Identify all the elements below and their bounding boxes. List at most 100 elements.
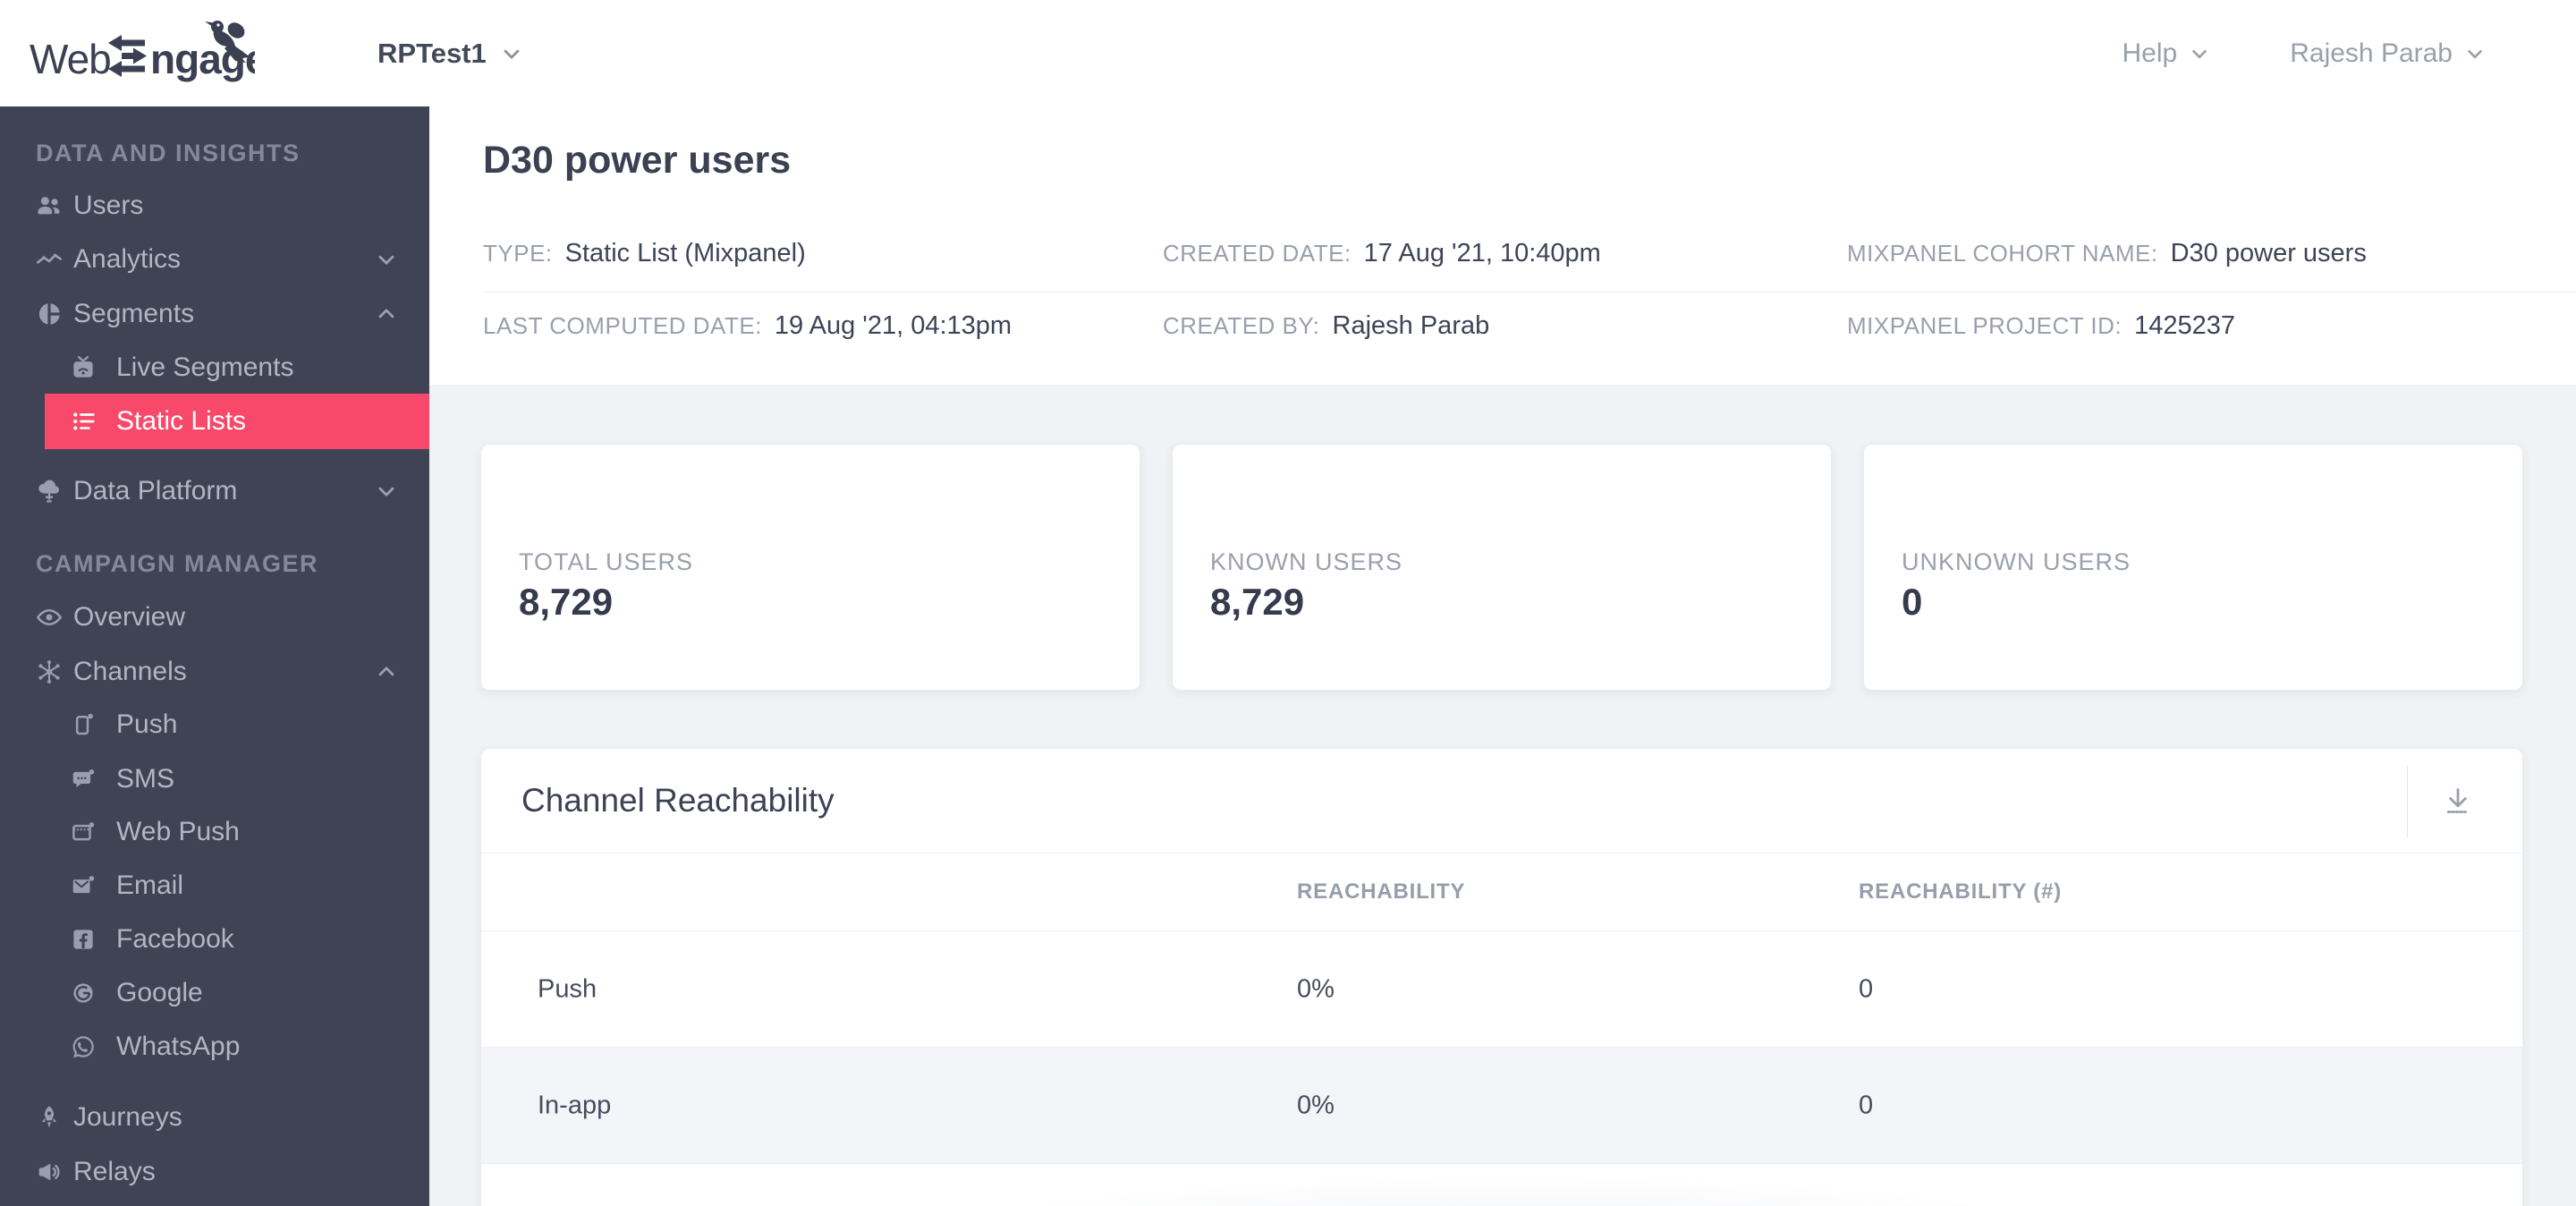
page-title: D30 power users [483, 139, 792, 182]
sidebar-item-channels[interactable]: Channels [0, 645, 429, 699]
users-icon [34, 191, 64, 221]
stat-card-total-users: TOTAL USERS 8,729 [480, 444, 1140, 691]
chevron-down-icon [504, 49, 520, 58]
user-name: Rajesh Parab [2290, 38, 2453, 68]
sidebar-item-analytics[interactable]: Analytics [0, 233, 429, 286]
web-push-icon [68, 817, 98, 847]
meta-value: 17 Aug '21, 10:40pm [1363, 239, 1601, 268]
sidebar-item-live-segments[interactable]: Live Segments [0, 341, 429, 395]
stat-value: 0 [1902, 581, 1923, 623]
sidebar-item-label: Relays [73, 1157, 156, 1186]
whatsapp-icon [68, 1032, 98, 1062]
sidebar-item-label: Web Push [116, 817, 240, 846]
sidebar-item-label: Email [116, 871, 184, 900]
sidebar-item-email[interactable]: Email [0, 859, 429, 913]
stat-label: KNOWN USERS [1210, 548, 1403, 575]
stat-value: 8,729 [519, 581, 614, 623]
sidebar-item-label: Live Segments [116, 352, 294, 382]
facebook-icon [68, 924, 98, 955]
download-icon [2446, 788, 2470, 813]
sidebar-item-sms[interactable]: SMS [0, 752, 429, 806]
sidebar-item-label: WhatsApp [116, 1032, 241, 1061]
sidebar-item-data-platform[interactable]: Data Platform [0, 464, 429, 518]
download-button[interactable] [2429, 774, 2487, 828]
column-header-reachability-count: REACHABILITY (#) [1859, 879, 2063, 904]
meta-created-by: CREATED BY: Rajesh Parab [1163, 311, 1489, 341]
meta-type: TYPE: Static List (Mixpanel) [483, 239, 806, 268]
sidebar-item-users[interactable]: Users [0, 179, 429, 233]
table-row-push: Push 0% 0 [481, 931, 2522, 1048]
webengage-logo[interactable]: Web ngage [30, 16, 268, 96]
channels-hub-icon [34, 657, 64, 687]
topbar-right: Help Rajesh Parab [2123, 0, 2487, 106]
sidebar-item-push[interactable]: Push [0, 698, 429, 752]
header-divider [2407, 766, 2408, 837]
meta-divider [483, 292, 2576, 293]
cell-reachability-count: 0 [1859, 974, 1874, 1003]
meta-row-1: TYPE: Static List (Mixpanel) CREATED DAT… [483, 239, 2576, 275]
meta-label: MIXPANEL PROJECT ID: [1847, 312, 2123, 339]
project-name: RPTest1 [377, 37, 487, 69]
sidebar-item-web-push[interactable]: Web Push [0, 805, 429, 859]
channel-reachability-header: Channel Reachability [481, 749, 2522, 854]
meta-mixpanel-cohort-name: MIXPANEL COHORT NAME: D30 power users [1847, 239, 2367, 268]
cell-reachability: 0% [1297, 1091, 1335, 1119]
chevron-down-icon [374, 479, 399, 504]
section-header-campaign-manager: CAMPAIGN MANAGER [36, 549, 318, 577]
section-header-data-and-insights: DATA AND INSIGHTS [36, 139, 301, 166]
sidebar-item-segments[interactable]: Segments [0, 287, 429, 341]
sidebar-item-label: Data Platform [73, 476, 238, 505]
sidebar-item-label: Facebook [116, 924, 234, 954]
segments-icon [34, 299, 64, 329]
bottom-fade [750, 1156, 2270, 1206]
content-area: TOTAL USERS 8,729 KNOWN USERS 8,729 UNKN… [429, 385, 2576, 1206]
user-menu[interactable]: Rajesh Parab [2290, 38, 2487, 69]
meta-created-date: CREATED DATE: 17 Aug '21, 10:40pm [1163, 239, 1601, 268]
sidebar-item-label: Channels [73, 657, 187, 686]
cell-channel: Push [538, 974, 597, 1003]
meta-mixpanel-project-id: MIXPANEL PROJECT ID: 1425237 [1847, 311, 2235, 341]
eye-icon [34, 602, 64, 633]
chevron-down-icon [374, 247, 399, 272]
sidebar-item-overview[interactable]: Overview [0, 590, 429, 644]
page-header: D30 power users TYPE: Static List (Mixpa… [429, 106, 2576, 385]
sidebar-item-static-lists[interactable]: Static Lists [45, 394, 429, 449]
project-switcher[interactable]: RPTest1 [377, 0, 524, 106]
meta-last-computed: LAST COMPUTED DATE: 19 Aug '21, 04:13pm [483, 311, 1012, 341]
meta-value: 1425237 [2134, 311, 2236, 340]
sms-icon [68, 764, 98, 794]
static-lists-icon [68, 406, 98, 437]
sidebar-item-google[interactable]: Google [0, 966, 429, 1020]
channel-reachability-title: Channel Reachability [521, 782, 835, 819]
sidebar-item-label: Google [116, 978, 203, 1007]
meta-value: 19 Aug '21, 04:13pm [774, 311, 1013, 340]
sidebar-item-relays[interactable]: Relays [0, 1145, 429, 1199]
sidebar-item-whatsapp[interactable]: WhatsApp [0, 1020, 429, 1074]
meta-value: Rajesh Parab [1332, 311, 1490, 340]
meta-value: D30 power users [2170, 239, 2367, 268]
topbar: Web ngage [0, 0, 2576, 106]
sidebar-item-facebook[interactable]: Facebook [0, 913, 429, 966]
cell-reachability: 0% [1297, 974, 1335, 1003]
table-row-in-app: In-app 0% 0 [481, 1048, 2522, 1164]
sidebar-item-label: Overview [73, 602, 186, 632]
live-segments-icon [68, 352, 98, 383]
mobile-push-icon [68, 709, 98, 740]
analytics-icon [34, 244, 64, 275]
stat-label: TOTAL USERS [519, 548, 694, 575]
meta-label: LAST COMPUTED DATE: [483, 312, 762, 339]
megaphone-icon [34, 1157, 64, 1187]
stat-card-known-users: KNOWN USERS 8,729 [1172, 444, 1832, 691]
logo-text-web: Web [30, 36, 111, 82]
stat-card-unknown-users: UNKNOWN USERS 0 [1863, 444, 2523, 691]
sidebar-item-label: Journeys [73, 1102, 182, 1132]
help-menu[interactable]: Help [2123, 38, 2212, 69]
webengage-logo-graphic: Web ngage [30, 21, 268, 82]
sidebar-item-label: Users [73, 191, 144, 220]
app-root: Web ngage [0, 0, 2576, 1206]
stat-label: UNKNOWN USERS [1902, 548, 2131, 575]
sidebar-item-journeys[interactable]: Journeys [0, 1091, 429, 1144]
sidebar-item-label: Analytics [73, 244, 182, 274]
help-label: Help [2122, 38, 2178, 68]
meta-label: TYPE: [483, 240, 553, 267]
